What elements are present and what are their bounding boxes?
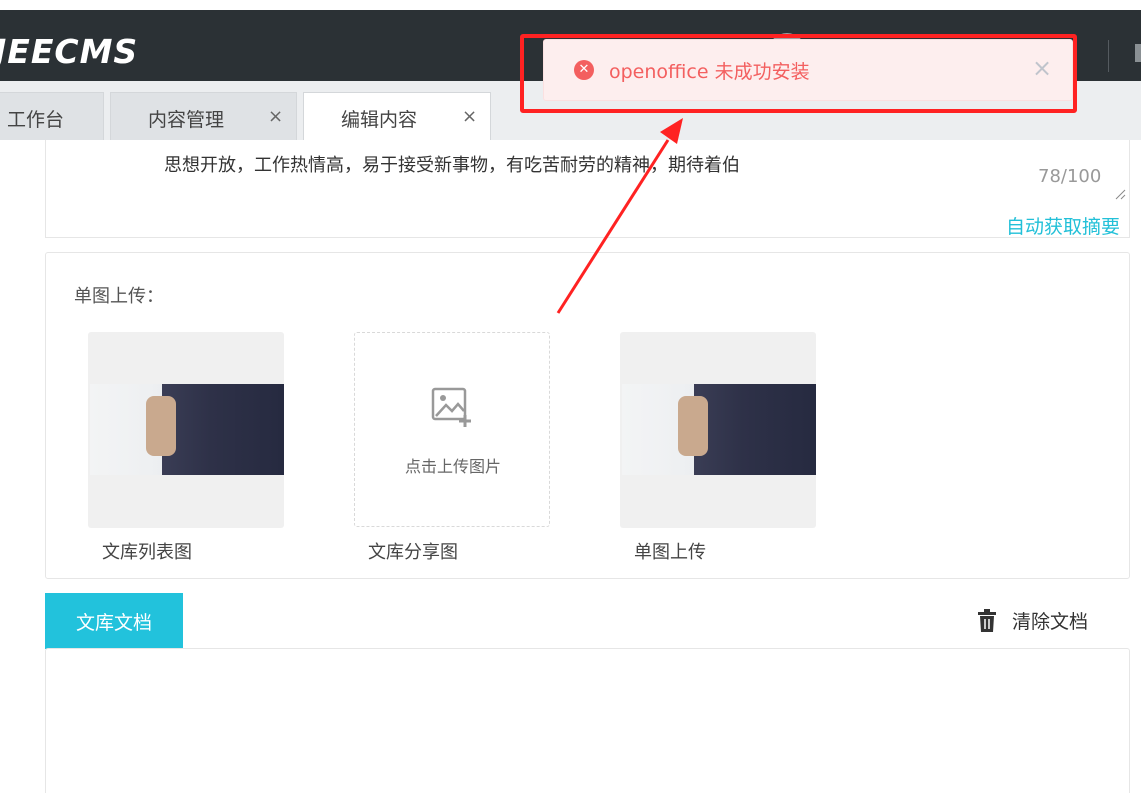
- photo-coat: [162, 384, 284, 475]
- image-thumbnail[interactable]: [88, 332, 284, 528]
- image-add-icon: [431, 387, 471, 427]
- clear-documents-label: 清除文档: [1012, 611, 1089, 633]
- tab-label: 编辑内容: [341, 109, 418, 131]
- auto-summary-link[interactable]: 自动获取摘要: [1006, 212, 1120, 239]
- image-caption: 文库列表图: [102, 542, 192, 563]
- tab-label: 工作台: [7, 109, 65, 131]
- photo-coat: [694, 384, 816, 475]
- tab-close-icon[interactable]: ×: [462, 106, 477, 127]
- tab-edit-content[interactable]: 编辑内容 ×: [303, 92, 491, 140]
- trash-icon: [978, 608, 996, 632]
- header-divider: [1108, 40, 1109, 72]
- image-upload-button[interactable]: 点击上传图片: [354, 332, 550, 527]
- documents-panel: [45, 648, 1130, 793]
- image-thumbnail[interactable]: [620, 332, 816, 528]
- resize-handle-icon[interactable]: [1114, 188, 1126, 200]
- tab-label: 内容管理: [148, 109, 225, 131]
- header-menu-icon[interactable]: [1135, 44, 1141, 62]
- tab-content-management[interactable]: 内容管理 ×: [110, 92, 297, 140]
- annotation-highlight-box: [520, 34, 1077, 113]
- photo-arm: [146, 396, 176, 456]
- photo-arm: [678, 396, 708, 456]
- image-caption: 文库分享图: [368, 542, 458, 563]
- tab-workbench[interactable]: 工作台: [0, 92, 104, 140]
- tab-close-icon[interactable]: ×: [268, 106, 283, 127]
- upload-hint: 点击上传图片: [404, 457, 501, 476]
- top-edge: [0, 0, 1141, 10]
- char-counter: 78/100: [1038, 166, 1102, 187]
- thumbnail-photo: [90, 384, 284, 475]
- image-upload-label: 单图上传：: [74, 286, 164, 307]
- thumbnail-photo: [622, 384, 816, 475]
- image-caption: 单图上传: [634, 542, 706, 563]
- tab-library-documents[interactable]: 文库文档: [45, 593, 183, 649]
- clear-documents-button[interactable]: 清除文档: [976, 607, 1088, 634]
- logo: JEECMS: [0, 32, 139, 71]
- summary-textarea[interactable]: 思想开放，工作热情高，易于接受新事物，有吃苦耐劳的精神，期待着伯: [164, 151, 740, 177]
